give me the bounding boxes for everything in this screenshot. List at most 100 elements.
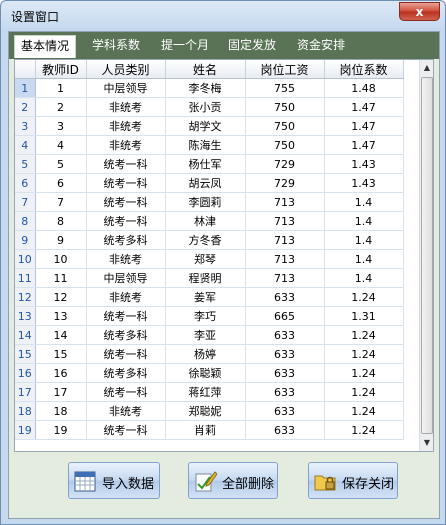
category-cell[interactable]: 非统考 xyxy=(86,249,166,269)
table-row[interactable]: 15 15 统考一科 杨婷 633 1.24 xyxy=(15,344,404,364)
table-row[interactable]: 1 1 中层领导 李冬梅 755 1.48 xyxy=(15,78,404,98)
name-cell[interactable]: 姜军 xyxy=(165,287,246,307)
salary-cell[interactable]: 713 xyxy=(245,192,325,212)
salary-cell[interactable]: 713 xyxy=(245,268,325,288)
table-row[interactable]: 2 2 非统考 张小贡 750 1.47 xyxy=(15,97,404,117)
row-number-cell[interactable]: 19 xyxy=(15,420,36,440)
salary-cell[interactable]: 729 xyxy=(245,173,325,193)
coefficient-cell[interactable]: 1.47 xyxy=(324,116,404,136)
coefficient-cell[interactable]: 1.24 xyxy=(324,325,404,345)
scroll-up-arrow-icon[interactable]: ▲ xyxy=(420,60,433,76)
teacher-id-cell[interactable]: 19 xyxy=(35,420,87,440)
name-cell[interactable]: 郑琴 xyxy=(165,249,246,269)
table-row[interactable]: 7 7 统考一科 李圆莉 713 1.4 xyxy=(15,192,404,212)
teacher-id-cell[interactable]: 3 xyxy=(35,116,87,136)
category-cell[interactable]: 统考多科 xyxy=(86,230,166,250)
row-number-cell[interactable]: 6 xyxy=(15,173,36,193)
category-cell[interactable]: 统考一科 xyxy=(86,420,166,440)
name-cell[interactable]: 肖莉 xyxy=(165,420,246,440)
salary-cell[interactable]: 750 xyxy=(245,116,325,136)
teacher-id-cell[interactable]: 5 xyxy=(35,154,87,174)
table-row[interactable]: 18 18 非统考 郑聪妮 633 1.24 xyxy=(15,401,404,421)
category-cell[interactable]: 非统考 xyxy=(86,97,166,117)
name-cell[interactable]: 李亚 xyxy=(165,325,246,345)
coefficient-cell[interactable]: 1.47 xyxy=(324,97,404,117)
coefficient-cell[interactable]: 1.4 xyxy=(324,230,404,250)
coefficient-cell[interactable]: 1.24 xyxy=(324,344,404,364)
name-cell[interactable]: 杨仕军 xyxy=(165,154,246,174)
name-cell[interactable]: 陈海生 xyxy=(165,135,246,155)
column-header-category[interactable]: 人员类别 xyxy=(86,60,166,79)
name-cell[interactable]: 胡云凤 xyxy=(165,173,246,193)
teacher-id-cell[interactable]: 7 xyxy=(35,192,87,212)
category-cell[interactable]: 非统考 xyxy=(86,116,166,136)
coefficient-cell[interactable]: 1.24 xyxy=(324,420,404,440)
scroll-down-arrow-icon[interactable]: ▼ xyxy=(420,435,433,451)
coefficient-cell[interactable]: 1.4 xyxy=(324,249,404,269)
row-number-cell[interactable]: 2 xyxy=(15,97,36,117)
category-cell[interactable]: 统考多科 xyxy=(86,325,166,345)
category-cell[interactable]: 统考一科 xyxy=(86,173,166,193)
table-row[interactable]: 4 4 非统考 陈海生 750 1.47 xyxy=(15,135,404,155)
coefficient-cell[interactable]: 1.43 xyxy=(324,154,404,174)
name-cell[interactable]: 郑聪妮 xyxy=(165,401,246,421)
category-cell[interactable]: 非统考 xyxy=(86,135,166,155)
coefficient-cell[interactable]: 1.4 xyxy=(324,211,404,231)
teacher-id-cell[interactable]: 1 xyxy=(35,78,87,98)
row-number-cell[interactable]: 7 xyxy=(15,192,36,212)
delete-all-button[interactable]: 全部删除 xyxy=(188,462,278,499)
tab-fixed-payment[interactable]: 固定发放 xyxy=(222,35,282,56)
teacher-id-cell[interactable]: 2 xyxy=(35,97,87,117)
coefficient-cell[interactable]: 1.24 xyxy=(324,287,404,307)
teacher-id-cell[interactable]: 6 xyxy=(35,173,87,193)
row-number-cell[interactable]: 18 xyxy=(15,401,36,421)
teacher-id-cell[interactable]: 13 xyxy=(35,306,87,326)
table-row[interactable]: 8 8 统考一科 林津 713 1.4 xyxy=(15,211,404,231)
name-cell[interactable]: 胡学文 xyxy=(165,116,246,136)
coefficient-cell[interactable]: 1.47 xyxy=(324,135,404,155)
category-cell[interactable]: 统考一科 xyxy=(86,344,166,364)
tab-advance-one-month[interactable]: 提一个月 xyxy=(155,35,215,56)
name-cell[interactable]: 蒋红萍 xyxy=(165,382,246,402)
row-number-cell[interactable]: 16 xyxy=(15,363,36,383)
table-row[interactable]: 12 12 非统考 姜军 633 1.24 xyxy=(15,287,404,307)
table-row[interactable]: 3 3 非统考 胡学文 750 1.47 xyxy=(15,116,404,136)
salary-cell[interactable]: 665 xyxy=(245,306,325,326)
name-cell[interactable]: 李冬梅 xyxy=(165,78,246,98)
coefficient-cell[interactable]: 1.24 xyxy=(324,401,404,421)
teacher-id-cell[interactable]: 10 xyxy=(35,249,87,269)
name-cell[interactable]: 方冬香 xyxy=(165,230,246,250)
tab-basic-info[interactable]: 基本情况 xyxy=(14,35,77,58)
name-cell[interactable]: 徐聪颖 xyxy=(165,363,246,383)
table-row[interactable]: 5 5 统考一科 杨仕军 729 1.43 xyxy=(15,154,404,174)
coefficient-cell[interactable]: 1.31 xyxy=(324,306,404,326)
import-data-button[interactable]: 导入数据 xyxy=(68,462,160,499)
category-cell[interactable]: 非统考 xyxy=(86,401,166,421)
column-header-name[interactable]: 姓名 xyxy=(165,60,246,79)
title-bar[interactable]: 设置窗口 x xyxy=(1,1,445,31)
category-cell[interactable]: 统考一科 xyxy=(86,154,166,174)
table-row[interactable]: 11 11 中层领导 程贤明 713 1.4 xyxy=(15,268,404,288)
teacher-id-cell[interactable]: 4 xyxy=(35,135,87,155)
table-row[interactable]: 16 16 统考多科 徐聪颖 633 1.24 xyxy=(15,363,404,383)
row-number-cell[interactable]: 8 xyxy=(15,211,36,231)
row-number-header[interactable] xyxy=(15,60,36,79)
category-cell[interactable]: 统考一科 xyxy=(86,382,166,402)
row-number-cell[interactable]: 5 xyxy=(15,154,36,174)
salary-cell[interactable]: 633 xyxy=(245,363,325,383)
name-cell[interactable]: 李巧 xyxy=(165,306,246,326)
salary-cell[interactable]: 633 xyxy=(245,420,325,440)
coefficient-cell[interactable]: 1.4 xyxy=(324,268,404,288)
row-number-cell[interactable]: 11 xyxy=(15,268,36,288)
table-row[interactable]: 10 10 非统考 郑琴 713 1.4 xyxy=(15,249,404,269)
table-row[interactable]: 17 17 统考一科 蒋红萍 633 1.24 xyxy=(15,382,404,402)
row-number-cell[interactable]: 14 xyxy=(15,325,36,345)
salary-cell[interactable]: 750 xyxy=(245,97,325,117)
category-cell[interactable]: 统考一科 xyxy=(86,306,166,326)
teacher-id-cell[interactable]: 15 xyxy=(35,344,87,364)
salary-cell[interactable]: 755 xyxy=(245,78,325,98)
row-number-cell[interactable]: 13 xyxy=(15,306,36,326)
scrollbar-thumb[interactable] xyxy=(421,77,433,434)
row-number-cell[interactable]: 17 xyxy=(15,382,36,402)
category-cell[interactable]: 中层领导 xyxy=(86,78,166,98)
